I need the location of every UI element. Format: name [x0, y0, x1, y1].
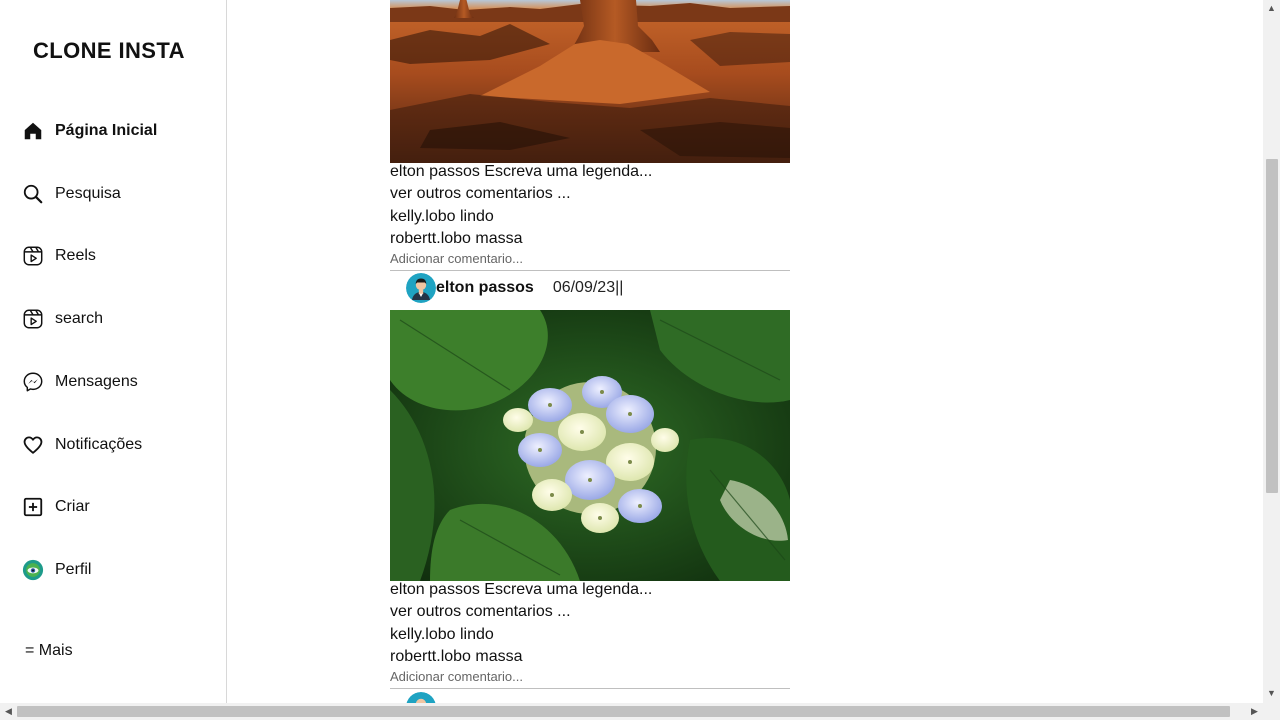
sidebar-item-search[interactable]: Pesquisa: [22, 181, 121, 207]
post-date: 06/09/23||: [552, 279, 624, 296]
add-comment-field[interactable]: Adicionar comentario...: [390, 250, 790, 271]
horizontal-scroll-thumb[interactable]: [17, 706, 1230, 717]
user-avatar[interactable]: [406, 273, 436, 303]
sidebar-item-profile[interactable]: Perfil: [22, 557, 91, 583]
post-username[interactable]: elton passos: [436, 279, 534, 297]
user-avatar[interactable]: [406, 692, 436, 703]
sidebar-item-search-reels[interactable]: search: [22, 306, 103, 332]
comment-item: kelly.lobo lindo: [390, 626, 494, 643]
sidebar-item-label: Reels: [55, 247, 96, 264]
post-image[interactable]: [390, 0, 790, 163]
scroll-up-icon[interactable]: ▲: [1267, 4, 1276, 13]
scroll-left-icon[interactable]: ◀: [4, 707, 13, 716]
sidebar: CLONE INSTA Página Inicial Pesquisa Reel…: [0, 0, 227, 703]
post-caption: elton passos Escreva uma legenda...: [390, 163, 653, 180]
app-logo[interactable]: CLONE INSTA: [33, 38, 185, 64]
comment-item: robertt.lobo massa: [390, 230, 523, 247]
scroll-right-icon[interactable]: ▶: [1250, 707, 1259, 716]
search-icon: [22, 183, 44, 205]
profile-avatar-icon: [22, 559, 44, 581]
sidebar-item-label: search: [55, 310, 104, 327]
sidebar-item-label: Página Inicial: [55, 122, 158, 139]
sidebar-item-label: Criar: [55, 498, 90, 515]
more-menu-button[interactable]: = Mais: [25, 642, 73, 660]
view-comments-link[interactable]: ver outros comentarios ...: [390, 184, 571, 204]
feed: elton passos Escreva uma legenda... ver …: [390, 0, 790, 703]
hydrangea-image: [390, 310, 790, 581]
sidebar-item-messages[interactable]: Mensagens: [22, 369, 138, 395]
plus-square-icon: [22, 496, 44, 518]
reels-icon: [22, 245, 44, 267]
sidebar-item-label: Notificações: [55, 436, 143, 453]
post-header-partial: [406, 692, 786, 703]
comment-item: kelly.lobo lindo: [390, 208, 494, 225]
sidebar-item-create[interactable]: Criar: [22, 494, 90, 520]
reels-icon: [22, 308, 44, 330]
desert-buttes-image: [390, 0, 790, 163]
scroll-down-icon[interactable]: ▼: [1267, 689, 1276, 698]
sidebar-item-label: Pesquisa: [55, 185, 121, 202]
add-comment-field[interactable]: Adicionar comentario...: [390, 668, 790, 689]
post-image[interactable]: [390, 310, 790, 581]
vertical-scroll-thumb[interactable]: [1266, 159, 1278, 493]
messenger-icon: [22, 371, 44, 393]
home-icon: [22, 120, 44, 142]
comment-item: robertt.lobo massa: [390, 648, 523, 665]
sidebar-item-notifications[interactable]: Notificações: [22, 432, 142, 458]
app-viewport: CLONE INSTA Página Inicial Pesquisa Reel…: [0, 0, 1280, 720]
horizontal-scrollbar[interactable]: ◀ ▶: [0, 703, 1280, 720]
post-header: elton passos 06/09/23||: [406, 273, 786, 303]
sidebar-item-label: Perfil: [55, 561, 92, 578]
post-caption: elton passos Escreva uma legenda...: [390, 581, 653, 598]
sidebar-item-label: Mensagens: [55, 373, 138, 390]
heart-icon: [22, 434, 44, 456]
sidebar-item-reels[interactable]: Reels: [22, 243, 96, 269]
sidebar-item-home[interactable]: Página Inicial: [22, 118, 157, 144]
vertical-scrollbar[interactable]: ▲ ▼: [1263, 0, 1280, 703]
view-comments-link[interactable]: ver outros comentarios ...: [390, 602, 571, 622]
